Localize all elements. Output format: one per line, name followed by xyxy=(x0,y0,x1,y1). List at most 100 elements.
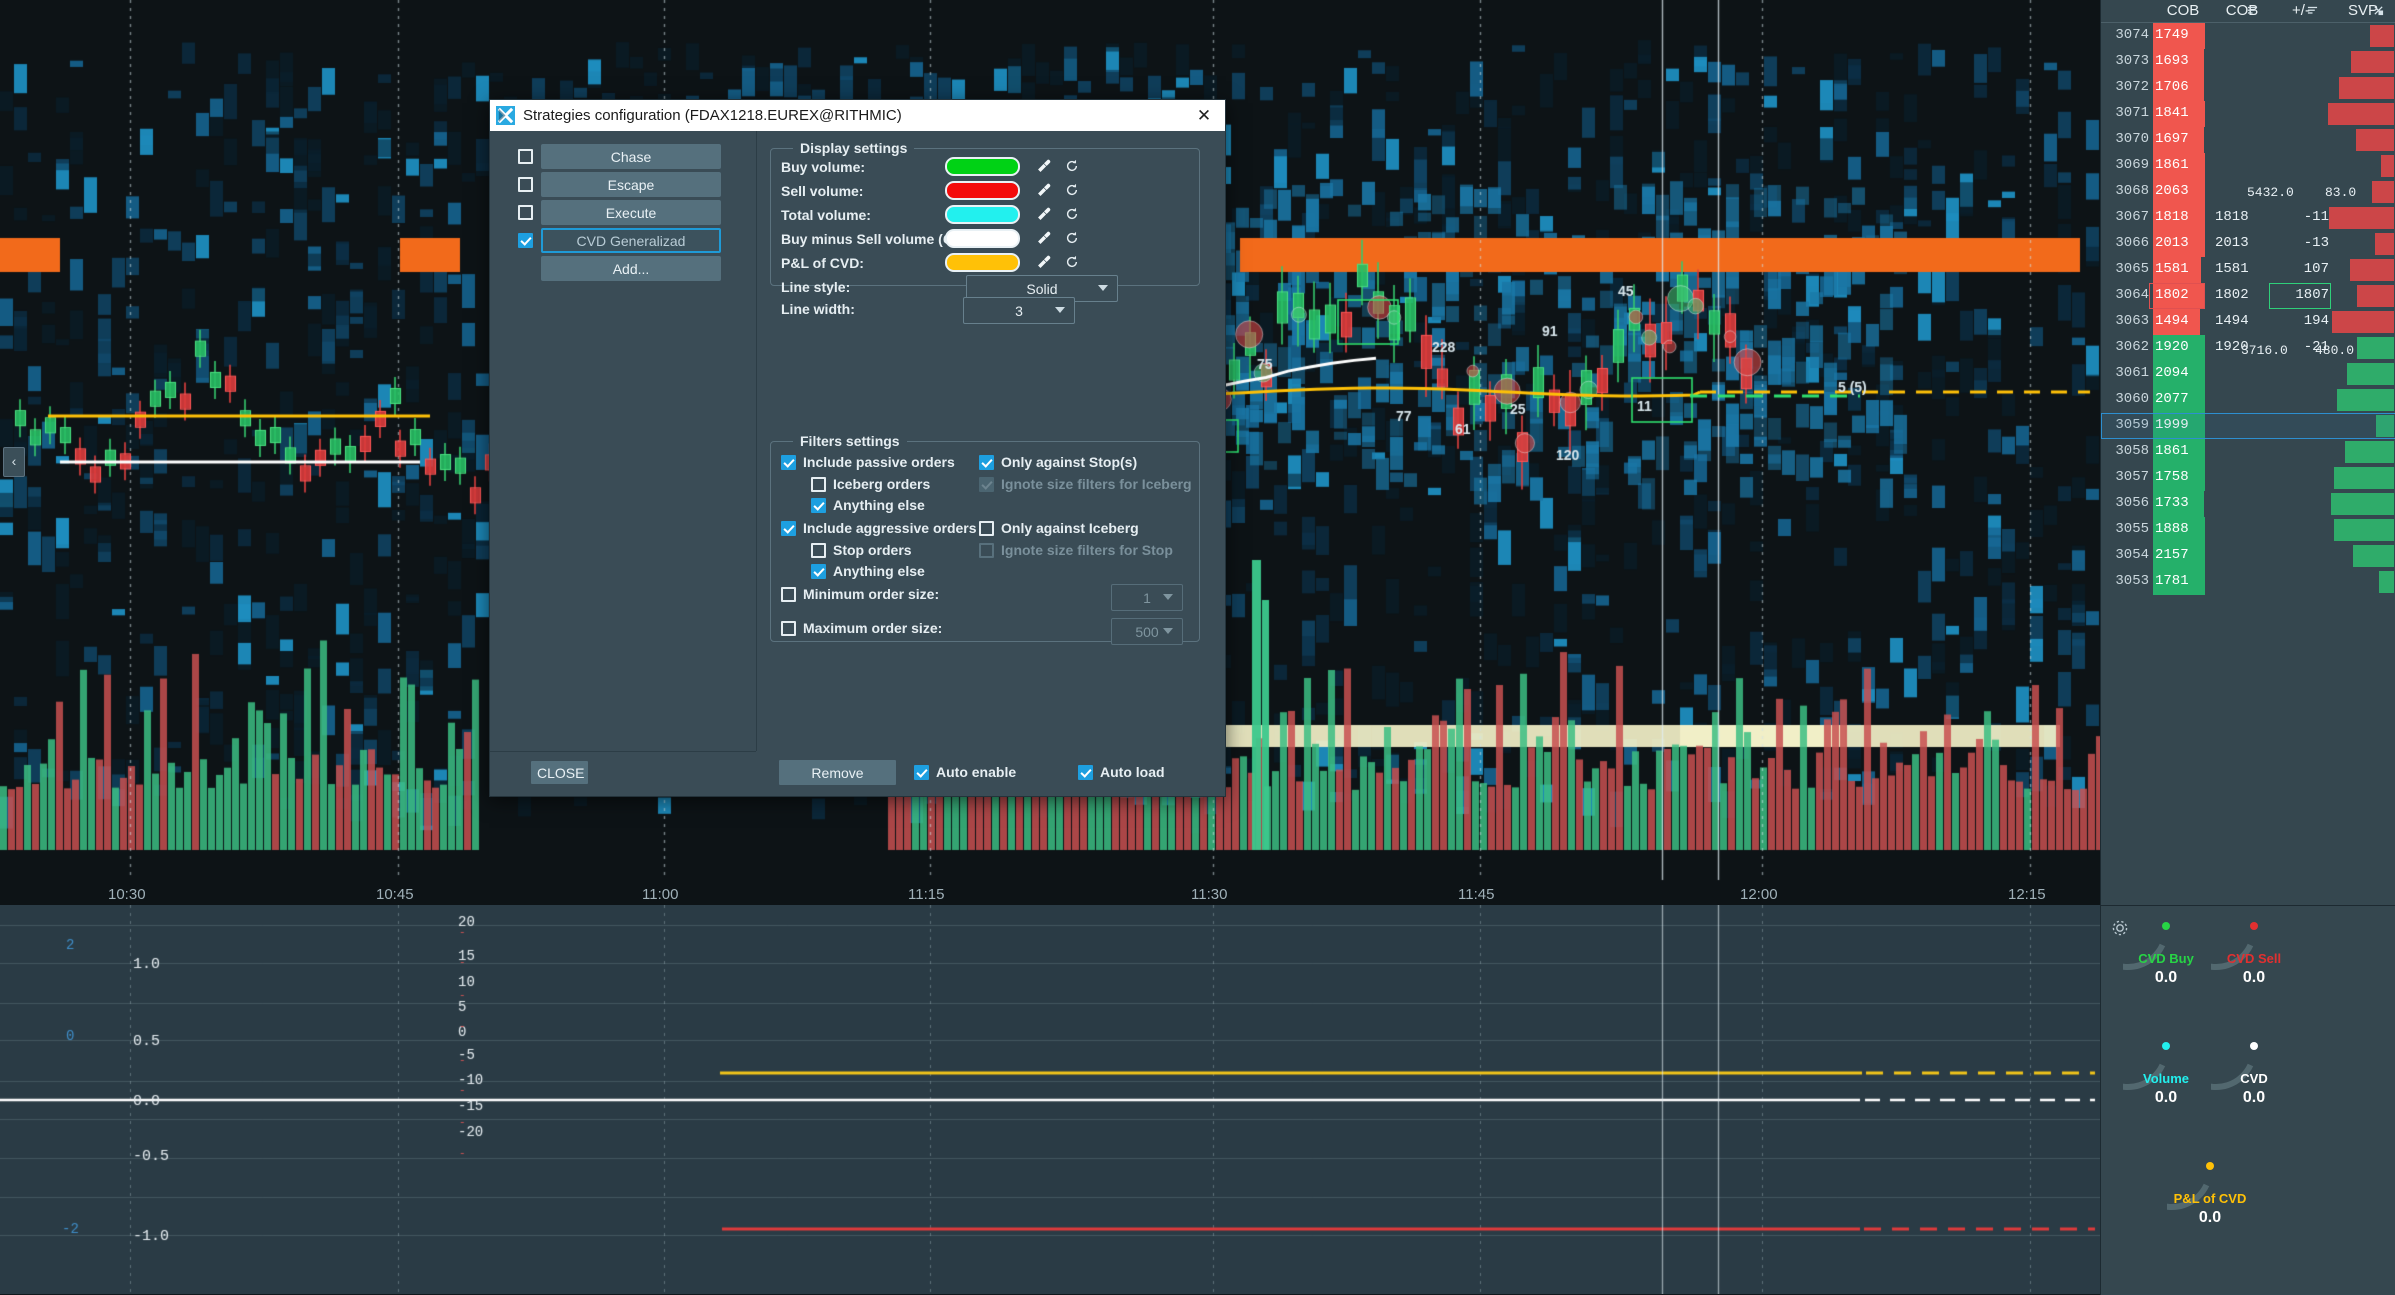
label-aggr-anything-else: Anything else xyxy=(833,563,925,579)
filter-row-iceberg-orders[interactable]: Iceberg orders xyxy=(811,476,930,492)
filter-row-minimum-order-size[interactable]: Minimum order size: xyxy=(781,586,939,602)
dom-header-3[interactable]: SVP xyxy=(2333,2,2393,19)
strategy-row-0[interactable]: Chase xyxy=(518,144,748,169)
strategy-row-2[interactable]: Execute xyxy=(518,200,748,225)
gauge-volume[interactable]: Volume0.0 xyxy=(2123,1044,2209,1130)
add-strategy-row[interactable]: Add... xyxy=(518,256,748,281)
checkbox-minimum-order-size[interactable] xyxy=(781,587,796,602)
auto-enable-row[interactable]: Auto enable xyxy=(914,764,1016,780)
filter-lines-icon[interactable] xyxy=(2307,5,2318,16)
reset-circular-arrow-icon[interactable] xyxy=(1065,159,1079,173)
strategy-checkbox-escape[interactable] xyxy=(518,177,533,192)
dom-cob-value: 1841 xyxy=(2155,105,2189,121)
filter-lines-icon[interactable] xyxy=(2247,5,2258,16)
filter-row-maximum-order-size[interactable]: Maximum order size: xyxy=(781,620,942,636)
strategy-checkbox-execute[interactable] xyxy=(518,205,533,220)
strategy-row-1[interactable]: Escape xyxy=(518,172,748,197)
dom-header-0[interactable]: COB xyxy=(2153,2,2213,19)
remove-button[interactable]: Remove xyxy=(779,760,896,785)
indicator-canvas xyxy=(0,905,2100,1294)
gauge-cvd-sell[interactable]: CVD Sell0.0 xyxy=(2211,924,2297,1010)
strategy-button-escape[interactable]: Escape xyxy=(541,172,721,197)
strategies-configuration-dialog[interactable]: Strategies configuration (FDAX1218.EUREX… xyxy=(489,99,1226,797)
select-minimum-order-size[interactable]: 1 xyxy=(1111,584,1183,611)
dom-price-3054: 3054 xyxy=(2103,547,2149,563)
dom-cob-value: 1733 xyxy=(2155,495,2189,511)
dialog-title-bar[interactable]: Strategies configuration (FDAX1218.EUREX… xyxy=(490,100,1225,131)
dom-header-2[interactable]: +/- xyxy=(2273,2,2329,19)
dom-row[interactable]: 30701697 xyxy=(2101,127,2395,150)
filter-row-only-against-iceberg[interactable]: Only against Iceberg xyxy=(979,520,1139,536)
eyedropper-icon[interactable] xyxy=(1037,231,1051,245)
close-small-icon[interactable] xyxy=(2373,5,2384,16)
checkbox-maximum-order-size[interactable] xyxy=(781,621,796,636)
time-tick-4: 11:30 xyxy=(1191,886,1227,903)
strategy-button-chase[interactable]: Chase xyxy=(541,144,721,169)
strategy-button-cvd-generalizad[interactable]: CVD Generalizad xyxy=(541,228,721,253)
left-panel-collapse-handle[interactable]: ‹ xyxy=(3,447,25,477)
eyedropper-icon[interactable] xyxy=(1037,255,1051,269)
indicator-pane[interactable] xyxy=(0,905,2100,1294)
gauge-p-l-of-cvd[interactable]: P&L of CVD0.0 xyxy=(2167,1164,2253,1250)
dom-row[interactable]: 30741749 xyxy=(2101,23,2395,46)
filter-row-include-passive[interactable]: Include passive orders xyxy=(781,454,955,470)
reset-circular-arrow-icon[interactable] xyxy=(1065,255,1079,269)
line-width-select[interactable]: 3 xyxy=(963,297,1075,324)
dom-header-1[interactable]: COB xyxy=(2213,2,2271,19)
checkbox-include-aggressive[interactable] xyxy=(781,521,796,536)
auto-load-row[interactable]: Auto load xyxy=(1078,764,1165,780)
dom-row[interactable]: 30542157 xyxy=(2101,543,2395,566)
checkbox-aggr-anything-else[interactable] xyxy=(811,564,826,579)
strategy-checkbox-chase[interactable] xyxy=(518,149,533,164)
time-tick-0: 10:30 xyxy=(108,886,146,903)
gauges-panel[interactable]: CVD Buy0.0CVD Sell0.0Volume0.0CVD0.0 P&L … xyxy=(2100,905,2395,1295)
filter-row-include-aggressive[interactable]: Include aggressive orders xyxy=(781,520,977,536)
eyedropper-icon[interactable] xyxy=(1037,159,1051,173)
color-swatch-4[interactable] xyxy=(945,253,1020,272)
filter-row-ignore-size-iceberg: Ignote size filters for Iceberg xyxy=(979,476,1192,492)
dom-row[interactable]: 30691861 xyxy=(2101,153,2395,176)
dom-price-3073: 3073 xyxy=(2103,53,2149,69)
dom-cob-value: 1581 xyxy=(2155,261,2189,277)
filter-row-passive-anything-else[interactable]: Anything else xyxy=(811,497,925,513)
dialog-title: Strategies configuration (FDAX1218.EUREX… xyxy=(523,107,1189,124)
filter-row-aggr-anything-else[interactable]: Anything else xyxy=(811,563,925,579)
filter-row-stop-orders[interactable]: Stop orders xyxy=(811,542,912,558)
checkbox-ignore-size-iceberg xyxy=(979,477,994,492)
eyedropper-icon[interactable] xyxy=(1037,183,1051,197)
strategy-checkbox-cvd-generalizad[interactable] xyxy=(518,233,533,248)
color-swatch-0[interactable] xyxy=(945,157,1020,176)
auto-load-checkbox[interactable] xyxy=(1078,765,1093,780)
time-tick-3: 11:15 xyxy=(908,886,944,903)
close-icon[interactable]: ✕ xyxy=(1189,103,1219,129)
filter-row-only-against-stops[interactable]: Only against Stop(s) xyxy=(979,454,1137,470)
color-swatch-2[interactable] xyxy=(945,205,1020,224)
close-button[interactable]: CLOSE xyxy=(531,761,588,784)
reset-circular-arrow-icon[interactable] xyxy=(1065,183,1079,197)
checkbox-stop-orders[interactable] xyxy=(811,543,826,558)
select-maximum-order-size[interactable]: 500 xyxy=(1111,618,1183,645)
reset-circular-arrow-icon[interactable] xyxy=(1065,231,1079,245)
color-swatch-3[interactable] xyxy=(945,229,1020,248)
checkbox-only-against-stops[interactable] xyxy=(979,455,994,470)
strategy-row-3[interactable]: CVD Generalizad xyxy=(518,228,748,253)
add-strategy-button[interactable]: Add... xyxy=(541,256,721,281)
gauge-cvd-buy[interactable]: CVD Buy0.0 xyxy=(2123,924,2209,1010)
checkbox-include-passive[interactable] xyxy=(781,455,796,470)
dom-price-3053: 3053 xyxy=(2103,573,2149,589)
gauge-indicator-dot xyxy=(2162,922,2170,930)
checkbox-only-against-iceberg[interactable] xyxy=(979,521,994,536)
eyedropper-icon[interactable] xyxy=(1037,207,1051,221)
dom-ladder-panel[interactable]: COBCOB+/-SVP 307417493073169330721706307… xyxy=(2100,0,2395,905)
checkbox-iceberg-orders[interactable] xyxy=(811,477,826,492)
dom-cob-value: 1494 xyxy=(2155,313,2189,329)
dom-row[interactable]: 30531781 xyxy=(2101,569,2395,592)
strategy-button-execute[interactable]: Execute xyxy=(541,200,721,225)
reset-circular-arrow-icon[interactable] xyxy=(1065,207,1079,221)
gauge-cvd[interactable]: CVD0.0 xyxy=(2211,1044,2297,1130)
checkbox-passive-anything-else[interactable] xyxy=(811,498,826,513)
color-swatch-1[interactable] xyxy=(945,181,1020,200)
dom-row[interactable]: 306620132013-13 xyxy=(2101,231,2395,254)
dom-row[interactable]: 3064180218021807 xyxy=(2101,283,2395,306)
auto-enable-checkbox[interactable] xyxy=(914,765,929,780)
